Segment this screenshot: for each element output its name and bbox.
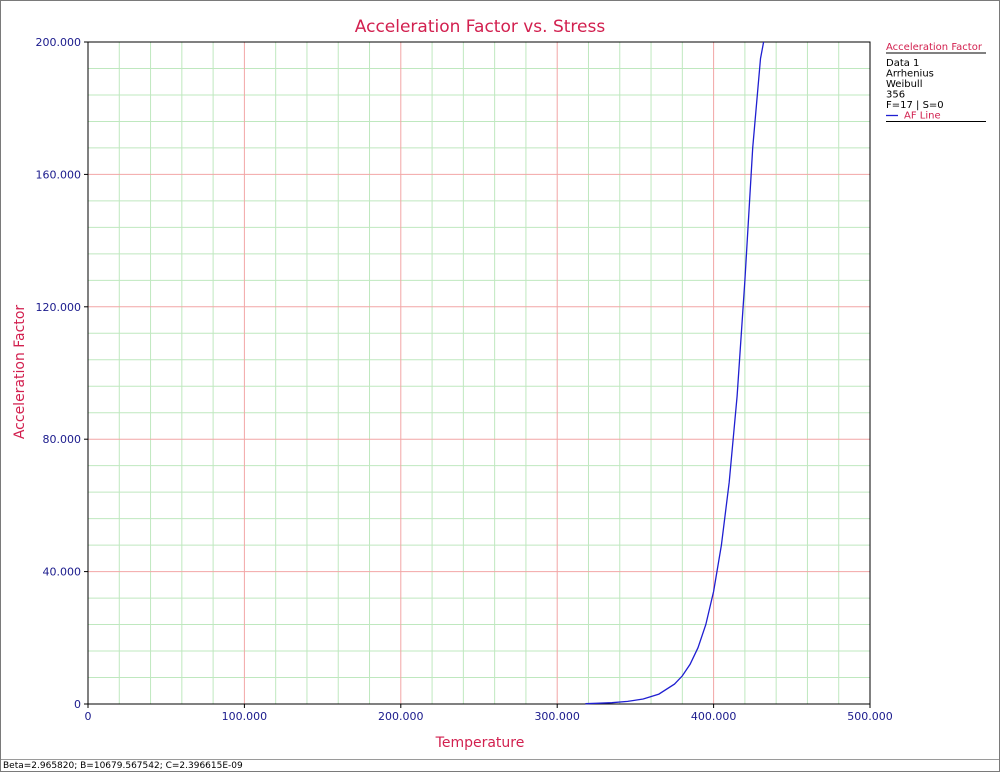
legend-text-line: Weibull xyxy=(886,79,922,90)
y-tick-label: 40.000 xyxy=(43,566,82,579)
legend-header: Acceleration Factor xyxy=(886,42,983,53)
x-tick-label: 500.000 xyxy=(847,710,893,723)
y-axis-label: Acceleration Factor xyxy=(12,305,28,440)
x-tick-label: 400.000 xyxy=(691,710,737,723)
legend-text-line: 356 xyxy=(886,90,905,101)
chart-window: Acceleration Factor vs. Stress 0 100.000 2… xyxy=(0,0,1000,772)
x-tick-label: 300.000 xyxy=(534,710,580,723)
legend: Acceleration Factor Data 1ArrheniusWeibul… xyxy=(886,42,986,122)
x-tick-label: 100.000 xyxy=(222,710,268,723)
y-tick-label: 120.000 xyxy=(36,301,82,314)
acceleration-factor-chart: Acceleration Factor vs. Stress 0 100.000 2… xyxy=(12,17,986,751)
chart-title: Acceleration Factor vs. Stress xyxy=(355,17,606,37)
y-tick-label: 80.000 xyxy=(43,433,82,446)
legend-series-label: AF Line xyxy=(904,111,941,122)
status-bar-text: Beta=2.965820; B=10679.567542; C=2.39661… xyxy=(3,761,243,771)
y-tick-label: 160.000 xyxy=(36,168,82,181)
status-bar: Beta=2.965820; B=10679.567542; C=2.39661… xyxy=(1,759,999,771)
legend-text-line: Data 1 xyxy=(886,58,919,69)
x-tick-label: 0 xyxy=(85,710,92,723)
y-tick-label: 200.000 xyxy=(36,36,82,49)
legend-text-line: Arrhenius xyxy=(886,69,934,80)
y-tick-label: 0 xyxy=(74,698,81,711)
x-tick-label: 200.000 xyxy=(378,710,424,723)
legend-text-line: F=17 | S=0 xyxy=(886,100,944,111)
x-axis-label: Temperature xyxy=(435,735,525,751)
